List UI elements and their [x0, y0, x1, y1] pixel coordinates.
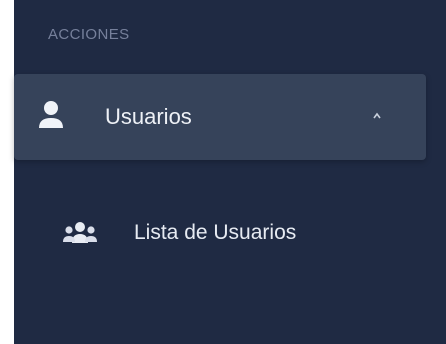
submenu-item-lista-de-usuarios[interactable]: Lista de Usuarios: [14, 210, 426, 266]
submenu-item-label: Lista de Usuarios: [134, 221, 297, 244]
chevron-up-icon: [373, 112, 381, 119]
menu-item-usuarios[interactable]: Usuarios: [14, 74, 426, 160]
user-icon: [39, 101, 63, 128]
sidebar: ACCIONES Usuarios Lista de Usuarios: [14, 0, 446, 344]
users-group-icon: [63, 222, 97, 243]
menu-item-label: Usuarios: [105, 104, 192, 129]
section-title-acciones: ACCIONES: [48, 26, 130, 43]
